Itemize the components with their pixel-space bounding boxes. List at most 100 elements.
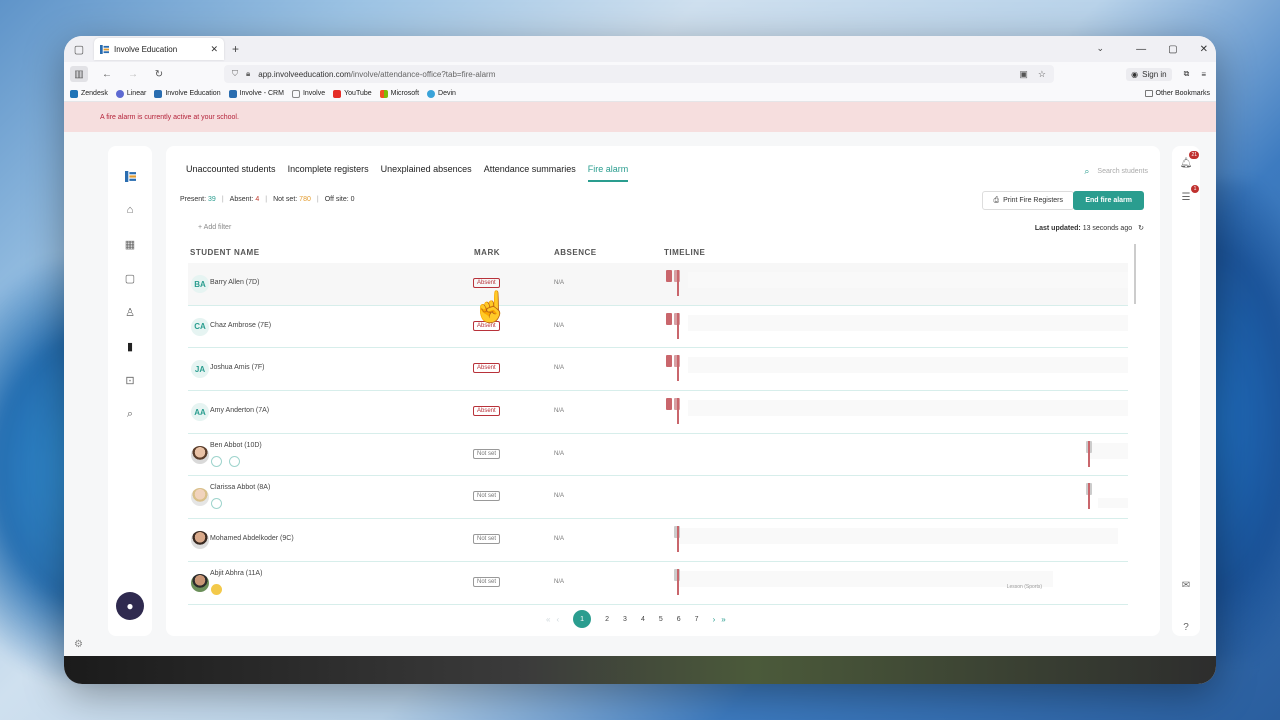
tab-attendance-summaries[interactable]: Attendance summaries xyxy=(484,164,576,182)
student-search[interactable]: ⌕ Search students xyxy=(1084,166,1148,177)
first-page-icon[interactable]: « xyxy=(546,615,550,624)
home-icon[interactable]: ⌂ xyxy=(122,202,138,218)
bar-chart-icon[interactable]: ▮ xyxy=(122,338,138,354)
calendar-icon[interactable]: ▦ xyxy=(122,236,138,252)
student-name[interactable]: Abjit Abhra (11A) xyxy=(210,570,262,577)
involve-logo-icon[interactable] xyxy=(122,168,138,184)
tab-overflow-chevron-icon[interactable]: ⌄ xyxy=(1096,43,1104,54)
col-timeline[interactable]: TIMELINE xyxy=(664,248,705,257)
print-fire-registers-button[interactable]: ⎙ Print Fire Registers xyxy=(982,191,1074,210)
tab-list-icon[interactable]: ▢ xyxy=(68,38,90,60)
close-tab-icon[interactable]: ✕ xyxy=(210,44,218,55)
mark-badge[interactable]: Absent xyxy=(473,406,500,417)
col-student-name[interactable]: STUDENT NAME xyxy=(190,248,260,257)
student-name[interactable]: Ben Abbot (10D) xyxy=(210,442,262,449)
task-list-icon[interactable]: ☰ 1 xyxy=(1179,185,1199,204)
settings-gear-icon[interactable]: ⚙ xyxy=(74,639,83,650)
student-name[interactable]: Barry Allen (7D) xyxy=(210,279,259,286)
page-3[interactable]: 3 xyxy=(623,616,627,623)
page-7[interactable]: 7 xyxy=(695,616,699,623)
col-mark[interactable]: MARK xyxy=(474,248,500,257)
bookmark-star-icon[interactable]: ☆ xyxy=(1038,69,1046,80)
student-name[interactable]: Mohamed Abdelkoder (9C) xyxy=(210,535,294,542)
search-icon[interactable]: ⌕ xyxy=(122,406,138,422)
mail-icon[interactable]: ✉ xyxy=(1179,578,1193,592)
tab-unexplained-absences[interactable]: Unexplained absences xyxy=(381,164,472,182)
user-avatar[interactable]: ● xyxy=(116,592,144,620)
page-1[interactable]: 1 xyxy=(573,610,592,628)
minimize-icon[interactable]: — xyxy=(1136,44,1146,55)
bookmark-involve-crm[interactable]: Involve - CRM xyxy=(228,89,284,98)
close-window-icon[interactable]: ✕ xyxy=(1200,44,1208,55)
browser-tab[interactable]: Involve Education ✕ xyxy=(94,38,224,60)
table-row[interactable]: AA Amy Anderton (7A) Absent N/A xyxy=(188,391,1128,434)
url-path: /involve/attendance-office?tab=fire-alar… xyxy=(350,69,496,79)
help-icon[interactable]: ? xyxy=(1179,620,1193,634)
table-row[interactable]: JA Joshua Amis (7F) Absent N/A xyxy=(188,348,1128,392)
mark-badge[interactable]: Not set xyxy=(473,576,501,587)
reload-icon[interactable]: ↻ xyxy=(152,69,166,80)
bookmark-linear[interactable]: Linear xyxy=(115,89,146,98)
extensions-icon[interactable]: ⧉ xyxy=(1184,69,1190,79)
mark-badge[interactable]: Not set xyxy=(473,534,501,545)
mark-badge[interactable]: Absent xyxy=(473,363,500,374)
tab-incomplete-registers[interactable]: Incomplete registers xyxy=(288,164,369,182)
last-page-icon[interactable]: » xyxy=(721,615,725,624)
bookmark-involve-education[interactable]: Involve Education xyxy=(154,89,221,98)
table-row[interactable]: BA Barry Allen (7D) Absent N/A xyxy=(188,263,1128,306)
add-filter-button[interactable]: + Add filter xyxy=(198,224,231,231)
back-icon[interactable]: ← xyxy=(100,69,114,80)
col-absence[interactable]: ABSENCE xyxy=(554,248,597,257)
reader-mode-icon[interactable]: ▣ xyxy=(1019,69,1028,80)
page-6[interactable]: 6 xyxy=(677,616,681,623)
table-scrollbar[interactable] xyxy=(1134,244,1136,304)
bookmark-microsoft[interactable]: Microsoft xyxy=(379,89,419,98)
table-row[interactable]: Mohamed Abdelkoder (9C) Not set N/A xyxy=(188,519,1128,562)
offsite-label: Off site: xyxy=(324,196,349,203)
new-tab-icon[interactable]: + xyxy=(232,42,239,56)
student-photo xyxy=(191,445,209,464)
page-4[interactable]: 4 xyxy=(641,616,645,623)
bookmark-involve[interactable]: Involve xyxy=(291,89,325,98)
timeline-track xyxy=(688,400,1128,417)
notifications-bell-icon[interactable]: 🔔︎ 21 xyxy=(1179,151,1199,170)
other-bookmarks[interactable]: Other Bookmarks xyxy=(1144,90,1210,97)
table-row[interactable]: Ben Abbot (10D) Not set N/A xyxy=(188,434,1128,477)
prev-page-icon[interactable]: ‹ xyxy=(556,615,559,624)
page-2[interactable]: 2 xyxy=(605,616,609,623)
absence-value: N/A xyxy=(554,493,565,500)
bookmark-devin[interactable]: Devin xyxy=(427,89,456,98)
refresh-icon[interactable]: ↻ xyxy=(1138,224,1144,232)
absent-label: Absent: xyxy=(229,196,254,203)
search-input[interactable]: Search students xyxy=(1097,168,1148,175)
person-icon[interactable]: ♙ xyxy=(122,304,138,320)
mark-badge[interactable]: Absent xyxy=(473,278,500,288)
tab-fire-alarm[interactable]: Fire alarm xyxy=(587,164,629,182)
table-row[interactable]: Clarissa Abbot (8A) Not set N/A xyxy=(188,476,1128,520)
mark-badge[interactable]: Not set xyxy=(473,448,501,459)
chat-icon[interactable]: ▢ xyxy=(122,270,138,286)
sidebar-toggle-icon[interactable]: ▥ xyxy=(70,66,88,82)
student-name[interactable]: Joshua Amis (7F) xyxy=(210,364,264,371)
devin-icon xyxy=(427,89,436,98)
last-updated: Last updated: 13 seconds ago ↻ xyxy=(1035,224,1144,233)
url-bar[interactable]: ⛉ 🔒︎ app.involveeducation.com/involve/at… xyxy=(224,65,1054,83)
maximize-icon[interactable]: ▢ xyxy=(1168,44,1177,55)
briefcase-icon[interactable]: ⊡ xyxy=(122,372,138,388)
forward-icon[interactable]: → xyxy=(126,69,140,80)
page-5[interactable]: 5 xyxy=(659,616,663,623)
table-row[interactable]: CA Chaz Ambrose (7E) Absent N/A xyxy=(188,306,1128,349)
student-name[interactable]: Chaz Ambrose (7E) xyxy=(210,322,271,329)
pagination: « ‹ 1 2 3 4 5 6 7 › » xyxy=(546,610,726,628)
sign-in-button[interactable]: ◉ Sign in xyxy=(1126,67,1172,81)
tab-unaccounted-students[interactable]: Unaccounted students xyxy=(186,164,276,182)
student-name[interactable]: Clarissa Abbot (8A) xyxy=(210,484,270,491)
table-row[interactable]: Abjit Abhra (11A) Not set N/A Lesson (Sp… xyxy=(188,562,1128,605)
bookmark-youtube[interactable]: YouTube xyxy=(333,89,372,98)
next-page-icon[interactable]: › xyxy=(713,615,716,624)
student-name[interactable]: Amy Anderton (7A) xyxy=(210,407,269,414)
bookmark-zendesk[interactable]: Zendesk xyxy=(70,89,108,98)
menu-icon[interactable]: ≡ xyxy=(1201,70,1206,79)
mark-badge[interactable]: Not set xyxy=(473,491,501,502)
end-fire-alarm-button[interactable]: End fire alarm xyxy=(1073,191,1144,210)
